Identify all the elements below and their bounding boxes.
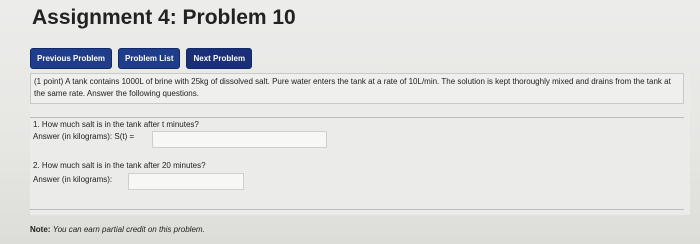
answer-2-input[interactable]: [128, 173, 244, 190]
section-divider: [30, 209, 684, 210]
problem-nav: Previous Problem Problem List Next Probl…: [30, 48, 253, 69]
note-prefix: Note:: [30, 225, 51, 234]
previous-problem-button[interactable]: Previous Problem: [30, 48, 113, 69]
answer-1-input[interactable]: [152, 131, 327, 148]
partial-credit-note: Note: You can earn partial credit on thi…: [30, 225, 205, 234]
question-2-answer-label: Answer (in kilograms):: [33, 175, 113, 184]
problem-panel: (1 point) A tank contains 1000L of brine…: [30, 73, 690, 215]
question-1-text: 1. How much salt is in the tank after t …: [33, 120, 199, 129]
problem-list-button[interactable]: Problem List: [118, 48, 181, 69]
note-text: You can earn partial credit on this prob…: [52, 225, 205, 234]
page-title: Assignment 4: Problem 10: [32, 6, 296, 29]
problem-statement: (1 point) A tank contains 1000L of brine…: [30, 73, 684, 104]
next-problem-button[interactable]: Next Problem: [186, 48, 253, 69]
question-2-text: 2. How much salt is in the tank after 20…: [33, 161, 206, 170]
question-divider: [30, 117, 684, 118]
question-1-answer-label: Answer (in kilograms): S(t) =: [33, 132, 135, 141]
